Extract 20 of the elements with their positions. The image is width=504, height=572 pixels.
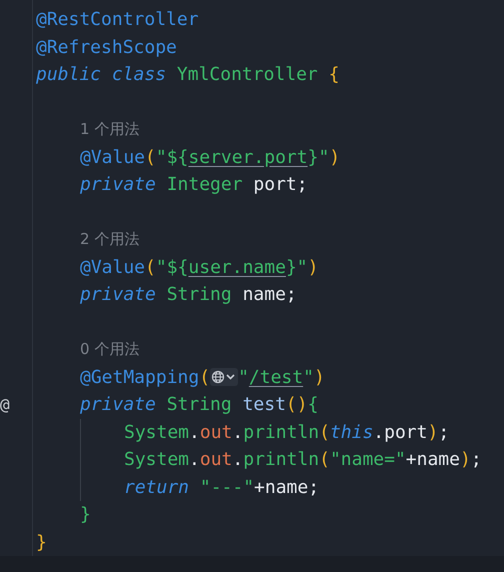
code-text: @RestController xyxy=(36,9,199,30)
code-text: @Value("${server.port}") xyxy=(80,146,340,168)
code-text: private String name; xyxy=(80,284,297,306)
code-text: public class YmlController { xyxy=(36,64,340,86)
code-text: "/test") xyxy=(238,366,325,388)
globe-dropdown-icon[interactable] xyxy=(210,368,238,386)
usage-hint[interactable]: 2 个用法 xyxy=(80,230,140,250)
code-text: @GetMapping( xyxy=(80,366,210,388)
usage-hint[interactable]: 0 个用法 xyxy=(80,340,140,360)
gutter-marker[interactable]: @ xyxy=(0,395,10,414)
code-text: System.out.println("name="+name); xyxy=(124,449,482,470)
code-text: @Value("${user.name}") xyxy=(80,256,318,278)
code-text: } xyxy=(80,504,91,526)
code-text: @RefreshScope xyxy=(36,36,177,58)
code-text: return "---"+name; xyxy=(124,476,320,498)
code-text: private String test(){ xyxy=(80,394,318,416)
usage-hint[interactable]: 1 个用法 xyxy=(80,120,140,140)
code-text: System.out.println(this.port); xyxy=(124,422,450,443)
code-text: private Integer port; xyxy=(80,174,308,196)
code-text: } xyxy=(36,532,47,553)
